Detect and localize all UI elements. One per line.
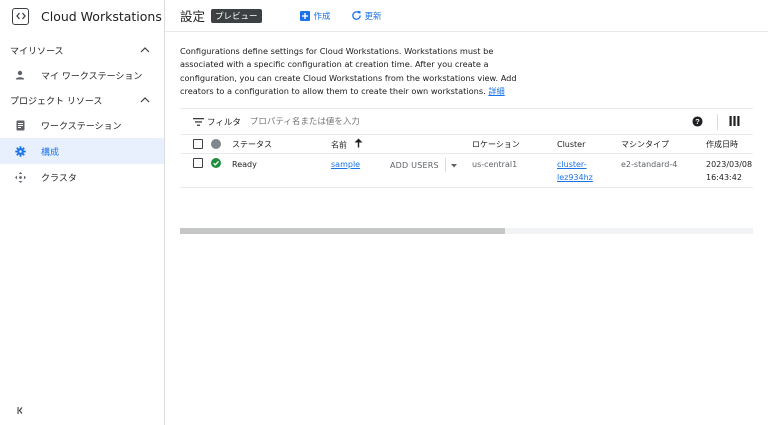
scrollbar-thumb[interactable]: [180, 228, 505, 234]
created-text: 2023/03/08 16:43:42: [706, 158, 752, 184]
sidebar: Cloud Workstations マイリソース マイ ワークステーション プ…: [0, 0, 165, 425]
person-icon: [14, 69, 26, 81]
app-title: Cloud Workstations: [41, 8, 162, 24]
column-header-location[interactable]: ロケーション: [472, 138, 520, 151]
config-name-link[interactable]: sample: [331, 158, 360, 171]
sidebar-item-label: 構成: [41, 147, 60, 158]
section-my-resources[interactable]: マイリソース: [0, 38, 164, 62]
create-label: 作成: [313, 11, 331, 22]
check-circle-icon: [211, 158, 221, 168]
chevron-up-icon[interactable]: [140, 45, 150, 55]
filter-label: フィルタ: [207, 117, 241, 128]
select-all-checkbox[interactable]: [193, 139, 203, 149]
preview-badge: プレビュー: [211, 8, 262, 23]
refresh-label: 更新: [364, 11, 382, 22]
clipboard-icon: [14, 119, 26, 131]
cluster-link-line1[interactable]: cluster-: [557, 158, 593, 171]
gear-icon: [14, 145, 26, 157]
configurations-table: ステータス 名前 ロケーション Cluster マシンタイプ 作成日時 Read…: [180, 135, 753, 188]
svg-text:?: ?: [695, 117, 700, 126]
cluster-link[interactable]: cluster- lez934hz: [557, 158, 593, 184]
sidebar-item-clusters[interactable]: クラスタ: [0, 164, 164, 190]
app-header: Cloud Workstations: [0, 0, 164, 32]
horizontal-scrollbar[interactable]: [180, 228, 753, 234]
add-users-button[interactable]: ADD USERS: [390, 158, 457, 172]
sidebar-item-label: クラスタ: [41, 173, 77, 184]
sidebar-item-label: ワークステーション: [41, 121, 122, 132]
machine-type-text: e2-standard-4: [621, 160, 678, 169]
column-display-icon[interactable]: [729, 116, 741, 128]
cloud-workstations-logo-icon: [12, 7, 29, 25]
created-time: 16:43:42: [706, 173, 742, 182]
column-header-created[interactable]: 作成日時: [706, 138, 738, 151]
column-header-status[interactable]: ステータス: [232, 138, 272, 151]
divider: [717, 114, 718, 130]
move-icon: [14, 171, 26, 183]
section-label: マイリソース: [10, 46, 64, 57]
section-project-resources[interactable]: プロジェクト リソース: [0, 88, 164, 112]
status-text: Ready: [232, 160, 257, 169]
learn-more-link[interactable]: 詳細: [488, 86, 504, 96]
page-header: 設定 プレビュー 作成 更新: [165, 0, 768, 32]
table-header: ステータス 名前 ロケーション Cluster マシンタイプ 作成日時: [180, 135, 753, 154]
table-row: Ready sample ADD USERS us-central1 clust…: [180, 154, 753, 188]
sidebar-item-configurations[interactable]: 構成: [0, 138, 164, 164]
location-text: us-central1: [472, 160, 518, 169]
refresh-icon: [351, 10, 362, 21]
dropdown-arrow-icon[interactable]: [450, 161, 457, 170]
create-button[interactable]: 作成: [300, 10, 331, 22]
created-date: 2023/03/08: [706, 160, 753, 169]
help-icon[interactable]: ?: [692, 116, 704, 128]
column-header-name[interactable]: 名前: [331, 138, 363, 152]
section-label: プロジェクト リソース: [10, 96, 103, 107]
sidebar-item-my-workstations[interactable]: マイ ワークステーション: [0, 62, 164, 88]
divider: [444, 158, 446, 172]
filter-bar: フィルタ ?: [180, 108, 753, 135]
column-header-machine-type[interactable]: マシンタイプ: [621, 138, 669, 151]
chevron-up-icon[interactable]: [140, 95, 150, 105]
add-users-label: ADD USERS: [390, 160, 439, 170]
column-header-cluster[interactable]: Cluster: [557, 138, 585, 151]
main-content: 設定 プレビュー 作成 更新 Configurations define set…: [165, 0, 768, 425]
description-text: Configurations define settings for Cloud…: [180, 46, 517, 97]
sidebar-item-workstations[interactable]: ワークステーション: [0, 112, 164, 138]
filter-icon[interactable]: [192, 116, 204, 128]
arrow-up-icon[interactable]: [354, 138, 363, 152]
filter-input[interactable]: [249, 116, 550, 127]
column-header-label: 名前: [331, 140, 347, 150]
description: Configurations define settings for Cloud…: [180, 45, 520, 99]
add-box-icon: [300, 10, 311, 21]
collapse-sidebar-icon[interactable]: [14, 403, 28, 417]
refresh-button[interactable]: 更新: [351, 10, 382, 22]
row-checkbox[interactable]: [193, 158, 203, 168]
status-header-icon: [211, 139, 221, 149]
page-title: 設定: [180, 9, 206, 24]
cluster-link-line2[interactable]: lez934hz: [557, 171, 593, 184]
sidebar-item-label: マイ ワークステーション: [41, 71, 143, 82]
